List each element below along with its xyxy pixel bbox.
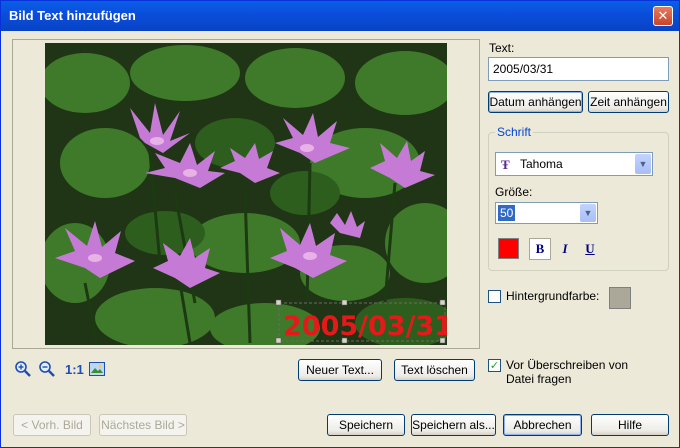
size-label: Größe: bbox=[495, 185, 533, 199]
water-lily-photo: 2005/03/31 bbox=[45, 43, 447, 345]
help-button[interactable]: Hilfe bbox=[591, 414, 669, 436]
background-color-checkbox[interactable] bbox=[488, 290, 501, 303]
chevron-down-icon[interactable]: ▼ bbox=[635, 154, 651, 174]
italic-button[interactable]: I bbox=[554, 238, 576, 260]
close-icon: ✕ bbox=[657, 8, 669, 24]
font-color-button[interactable] bbox=[498, 238, 519, 259]
save-button[interactable]: Speichern bbox=[327, 414, 405, 436]
append-date-button[interactable]: Datum anhängen bbox=[488, 91, 583, 113]
text-label: Text: bbox=[489, 41, 515, 55]
zoom-in-icon[interactable] bbox=[14, 360, 32, 378]
save-as-button[interactable]: Speichern als... bbox=[411, 414, 496, 436]
previous-image-button[interactable]: < Vorh. Bild bbox=[13, 414, 91, 436]
dialog-window: Bild Text hinzufügen ✕ 2005/03/31 1:1 Ne… bbox=[0, 0, 680, 448]
size-select[interactable]: 50 ▼ bbox=[495, 202, 598, 224]
cancel-button[interactable]: Abbrechen bbox=[503, 414, 582, 436]
actual-size-button[interactable]: 1:1 bbox=[65, 362, 84, 377]
font-name: Tahoma bbox=[520, 157, 563, 171]
fit-to-window-icon[interactable] bbox=[88, 360, 106, 378]
bold-button[interactable]: B bbox=[529, 238, 551, 260]
delete-text-button[interactable]: Text löschen bbox=[394, 359, 475, 381]
window-title: Bild Text hinzufügen bbox=[9, 8, 136, 23]
overwrite-confirm-label-line1: Vor Überschreiben von bbox=[506, 358, 629, 372]
overwrite-confirm-checkbox[interactable]: ✓ bbox=[488, 359, 501, 372]
photo-preview[interactable]: 2005/03/31 bbox=[45, 43, 447, 345]
font-group-legend: Schrift bbox=[495, 125, 534, 139]
zoom-out-icon[interactable] bbox=[38, 360, 56, 378]
title-bar[interactable]: Bild Text hinzufügen ✕ bbox=[1, 1, 679, 31]
background-color-label: Hintergrundfarbe: bbox=[506, 289, 600, 303]
next-image-button[interactable]: Nächstes Bild > bbox=[99, 414, 187, 436]
truetype-font-icon: Ŧ bbox=[501, 157, 510, 172]
close-button[interactable]: ✕ bbox=[653, 6, 673, 26]
append-time-button[interactable]: Zeit anhängen bbox=[588, 91, 669, 113]
text-input[interactable] bbox=[488, 57, 669, 81]
background-color-button[interactable] bbox=[609, 287, 631, 309]
size-value: 50 bbox=[498, 205, 516, 221]
overwrite-confirm-label-line2: Datei fragen bbox=[506, 372, 572, 386]
overlay-text: 2005/03/31 bbox=[283, 311, 447, 342]
chevron-down-icon[interactable]: ▼ bbox=[580, 204, 596, 222]
font-select[interactable]: Ŧ Tahoma ▼ bbox=[495, 152, 653, 176]
new-text-button[interactable]: Neuer Text... bbox=[298, 359, 382, 381]
underline-button[interactable]: U bbox=[579, 238, 601, 260]
